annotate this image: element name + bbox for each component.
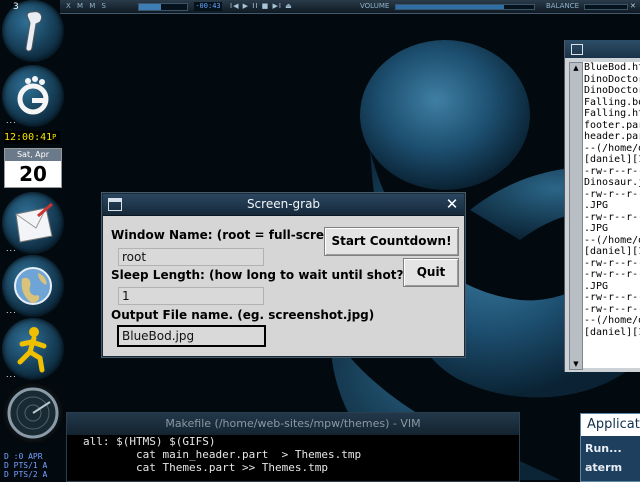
terminal-line: -rw-r--r--: [584, 165, 640, 177]
calendar-day-number: 20: [19, 162, 47, 186]
sleep-length-field[interactable]: 1: [118, 287, 264, 305]
terminal-line: [daniel][1: [584, 154, 640, 165]
terminal-line: BlueBod.ht: [584, 62, 640, 73]
terminal-line: -rw-r--r--: [584, 188, 640, 200]
dock-clock: 12:00:41P: [4, 131, 60, 144]
xmms-playback-controls[interactable]: I◀ ▶ II ■ ▶I ⏏: [230, 2, 293, 11]
dialog-titlebar[interactable]: Screen-grab ✕: [103, 194, 464, 216]
terminal-line: [daniel][1: [584, 326, 640, 338]
menu-item-aterm[interactable]: aterm: [585, 461, 640, 474]
dialog-title: Screen-grab: [246, 197, 321, 211]
wrench-icon: [25, 11, 43, 52]
vim-line: cat main_header.part > Themes.tmp: [83, 448, 362, 461]
aterm-scrollbar[interactable]: ▲ ▼: [569, 62, 583, 370]
dock-dots: ...: [6, 370, 17, 379]
output-file-field[interactable]: BlueBod.jpg: [117, 325, 266, 347]
dock-dots: ...: [6, 244, 17, 253]
dock-calendar[interactable]: Sat, Apr 20: [4, 148, 62, 188]
scroll-up-icon[interactable]: ▲: [570, 63, 582, 73]
terminal-line: -rw-r--r--: [584, 211, 640, 223]
terminal-line: --(/home/d: [584, 234, 640, 246]
terminal-line: Falling.ht: [584, 108, 640, 119]
menu-item-run[interactable]: Run...: [585, 442, 640, 455]
terminal-line: footer.par: [584, 119, 640, 131]
dock: 3 ... 12:00:41P Sat, Apr 20 ... ... ... …: [0, 0, 66, 480]
window-menu-icon[interactable]: [571, 44, 583, 55]
aterm-titlebar[interactable]: [565, 40, 640, 58]
vim-titlebar[interactable]: Makefile (/home/web-sites/mpw/themes) - …: [67, 413, 519, 435]
xmms-position-slider[interactable]: [138, 3, 188, 11]
dock-dots: ...: [6, 306, 17, 315]
vim-editor[interactable]: all: $(HTMS) $(GIFS) cat main_header.par…: [67, 435, 519, 481]
sleep-length-label: Sleep Length: (how long to wait until sh…: [111, 268, 409, 282]
close-icon[interactable]: ✕: [443, 195, 461, 213]
pts-line: D PTS/1 A: [4, 461, 48, 470]
terminal-line: DinoDoctor: [584, 73, 640, 85]
xmms-balance-label: BALANCE: [546, 2, 579, 10]
terminal-line: -rw-r--r--: [584, 269, 640, 280]
dock-monitor-button[interactable]: [2, 382, 64, 444]
dock-dots: ...: [6, 116, 17, 125]
calendar-day-label: Sat, Apr: [5, 149, 61, 161]
radar-icon: [7, 387, 59, 439]
terminal-line: .JPG: [584, 280, 609, 292]
xmms-volume-slider[interactable]: [395, 4, 535, 10]
clock-time: 12:00:41: [4, 132, 53, 143]
aterm-window: ▲ ▼ BlueBod.ht DinoDoctor DinoDoctor Fallin…: [564, 40, 640, 372]
applications-menu: Applications Run... aterm: [580, 413, 640, 482]
terminal-line: Dinosaur.j: [584, 177, 640, 188]
screen-grab-dialog: Screen-grab ✕ Window Name: (root = full-…: [102, 193, 465, 357]
terminal-line: header.par: [584, 131, 640, 142]
clock-suffix: P: [52, 133, 57, 141]
xmms-position-fill: [139, 4, 161, 10]
xmms-volume-fill: [396, 5, 504, 9]
vim-window: Makefile (/home/web-sites/mpw/themes) - …: [66, 412, 520, 482]
terminal-line: .JPG: [584, 223, 609, 234]
terminal-line: [daniel][1: [584, 246, 640, 257]
xmms-logo: X M M S: [66, 2, 108, 10]
terminal-line: .JPG: [584, 200, 609, 211]
vim-line: cat Themes.part >> Themes.tmp: [83, 461, 329, 474]
xmms-close-icon[interactable]: ✕: [630, 2, 636, 11]
xmms-volume-label: VOLUME: [360, 2, 390, 10]
applications-menu-title[interactable]: Applications: [581, 414, 640, 436]
output-file-label: Output File name. (eg. screenshot.jpg): [111, 308, 375, 322]
window-name-field[interactable]: root: [118, 248, 264, 266]
terminal-line: -rw-r--r--: [584, 303, 640, 315]
pts-line: D :0 APR: [4, 452, 43, 461]
terminal-line: DinoDoctor: [584, 85, 640, 96]
xmms-time-display: -00:43: [194, 2, 222, 11]
start-countdown-button[interactable]: Start Countdown!: [324, 227, 459, 256]
xmms-player-bar: X M M S -00:43 I◀ ▶ II ■ ▶I ⏏ VOLUME BAL…: [60, 0, 640, 14]
pts-line: D PTS/2 A: [4, 470, 48, 479]
window-name-label: Window Name: (root = full-screen): [111, 228, 347, 242]
xmms-balance-slider[interactable]: [584, 4, 628, 10]
vim-line: all: $(HTMS) $(GIFS): [83, 435, 216, 448]
terminal-line: --(/home/d: [584, 142, 640, 154]
dock-wrench-button[interactable]: 3: [2, 0, 64, 62]
scroll-down-icon[interactable]: ▼: [570, 359, 582, 369]
terminal-line: --(/home/d: [584, 315, 640, 326]
quit-button[interactable]: Quit: [403, 258, 459, 287]
terminal-line: -rw-r--r--: [584, 292, 640, 303]
terminal-line: -rw-r--r--: [584, 257, 640, 269]
aterm-output[interactable]: BlueBod.ht DinoDoctor DinoDoctor Falling.bo…: [583, 62, 640, 368]
terminal-line: Falling.bo: [584, 96, 640, 108]
